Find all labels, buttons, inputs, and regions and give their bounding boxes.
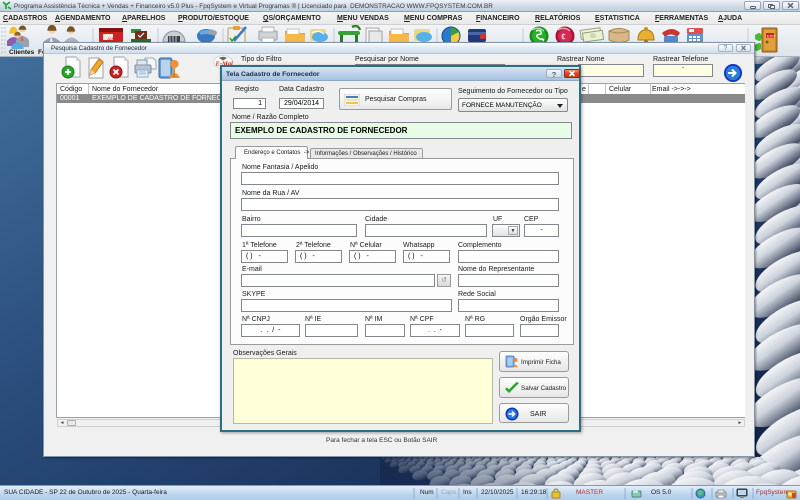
svg-text:JAN: JAN bbox=[107, 36, 115, 41]
svg-text:EXIT: EXIT bbox=[767, 34, 776, 39]
